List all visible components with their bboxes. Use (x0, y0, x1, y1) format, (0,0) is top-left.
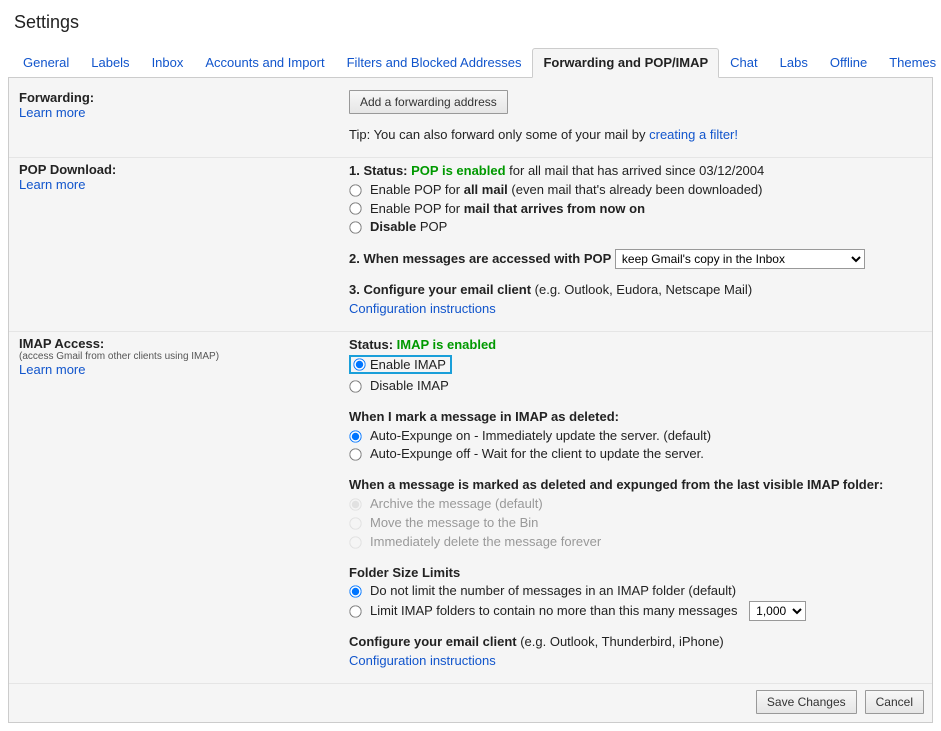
imap-subtext: (access Gmail from other clients using I… (19, 351, 339, 362)
pop-enable-now-bold: mail that arrives from now on (464, 201, 645, 216)
pop-config-link[interactable]: Configuration instructions (349, 301, 496, 316)
page-title: Settings (14, 12, 933, 33)
imap-disable-radio[interactable] (349, 380, 361, 392)
create-filter-link[interactable]: creating a filter! (649, 127, 738, 142)
pop-action-select[interactable]: keep Gmail's copy in the Inbox (615, 249, 865, 269)
forwarding-learn-more-link[interactable]: Learn more (19, 105, 85, 120)
pop-section: POP Download: Learn more 1. Status: POP … (9, 158, 932, 332)
pop-status-value: POP is enabled (411, 163, 505, 178)
expunge-archive-label: Archive the message (default) (370, 495, 543, 514)
expunge-bin-label: Move the message to the Bin (370, 514, 538, 533)
pop-status-suffix: for all mail that has arrived since 03/1… (506, 163, 765, 178)
auto-expunge-on-label: Auto-Expunge on - Immediately update the… (370, 427, 711, 446)
folder-nolimit-label: Do not limit the number of messages in a… (370, 582, 736, 601)
pop-step3-bold: 3. Configure your email client (349, 282, 531, 297)
tab-inbox[interactable]: Inbox (141, 48, 195, 78)
folder-limit-label: Limit IMAP folders to contain no more th… (370, 602, 738, 621)
forwarding-heading: Forwarding: (19, 90, 339, 105)
footer-buttons: Save Changes Cancel (9, 684, 932, 716)
settings-panel: Forwarding: Learn more Add a forwarding … (8, 78, 933, 723)
tab-filters[interactable]: Filters and Blocked Addresses (336, 48, 533, 78)
forwarding-section: Forwarding: Learn more Add a forwarding … (9, 86, 932, 158)
tab-themes[interactable]: Themes (878, 48, 941, 78)
tab-labs[interactable]: Labs (769, 48, 819, 78)
tab-offline[interactable]: Offline (819, 48, 878, 78)
pop-learn-more-link[interactable]: Learn more (19, 177, 85, 192)
auto-expunge-off-label: Auto-Expunge off - Wait for the client t… (370, 445, 704, 464)
forwarding-tip-text: Tip: You can also forward only some of y… (349, 127, 649, 142)
pop-heading: POP Download: (19, 162, 339, 177)
settings-tabbar: General Labels Inbox Accounts and Import… (8, 47, 933, 78)
imap-status-value: IMAP is enabled (397, 337, 496, 352)
save-changes-button[interactable]: Save Changes (756, 690, 857, 714)
pop-disable-bold: Disable (370, 219, 416, 234)
auto-expunge-on-radio[interactable] (349, 430, 361, 442)
pop-enable-all-bold: all mail (464, 182, 508, 197)
imap-heading: IMAP Access: (19, 336, 339, 351)
pop-status-prefix: 1. Status: (349, 163, 411, 178)
pop-enable-now-radio[interactable] (349, 203, 361, 215)
imap-section: IMAP Access: (access Gmail from other cl… (9, 332, 932, 684)
imap-expunge-heading: When a message is marked as deleted and … (349, 477, 883, 492)
imap-mark-heading: When I mark a message in IMAP as deleted… (349, 409, 619, 424)
imap-config-link[interactable]: Configuration instructions (349, 653, 496, 668)
imap-enable-label: Enable IMAP (370, 357, 446, 373)
expunge-bin-radio (349, 517, 361, 529)
imap-configure-rest: (e.g. Outlook, Thunderbird, iPhone) (517, 634, 724, 649)
tab-general[interactable]: General (12, 48, 80, 78)
auto-expunge-off-radio[interactable] (349, 449, 361, 461)
add-forwarding-address-button[interactable]: Add a forwarding address (349, 90, 508, 114)
pop-disable-radio[interactable] (349, 222, 361, 234)
imap-enable-highlight: Enable IMAP (349, 355, 452, 375)
tab-accounts[interactable]: Accounts and Import (194, 48, 335, 78)
imap-disable-label: Disable IMAP (370, 377, 449, 396)
pop-enable-now-prefix: Enable POP for (370, 201, 464, 216)
pop-step3-rest: (e.g. Outlook, Eudora, Netscape Mail) (531, 282, 752, 297)
expunge-archive-radio (349, 498, 361, 510)
imap-learn-more-link[interactable]: Learn more (19, 362, 85, 377)
tab-chat[interactable]: Chat (719, 48, 768, 78)
pop-enable-all-radio[interactable] (349, 184, 361, 196)
folder-limit-radio[interactable] (349, 605, 361, 617)
pop-enable-all-prefix: Enable POP for (370, 182, 464, 197)
folder-limit-select[interactable]: 1,000 (749, 601, 806, 621)
imap-configure-bold: Configure your email client (349, 634, 517, 649)
expunge-delete-radio (349, 536, 361, 548)
folder-nolimit-radio[interactable] (349, 586, 361, 598)
imap-enable-radio[interactable] (353, 358, 365, 370)
pop-disable-suffix: POP (416, 219, 447, 234)
imap-status-label: Status: (349, 337, 397, 352)
pop-step2-label: 2. When messages are accessed with POP (349, 251, 611, 266)
tab-labels[interactable]: Labels (80, 48, 140, 78)
expunge-delete-label: Immediately delete the message forever (370, 533, 601, 552)
folder-limits-heading: Folder Size Limits (349, 565, 460, 580)
pop-enable-all-suffix: (even mail that's already been downloade… (508, 182, 763, 197)
cancel-button[interactable]: Cancel (865, 690, 924, 714)
tab-forwarding-pop-imap[interactable]: Forwarding and POP/IMAP (532, 48, 719, 78)
